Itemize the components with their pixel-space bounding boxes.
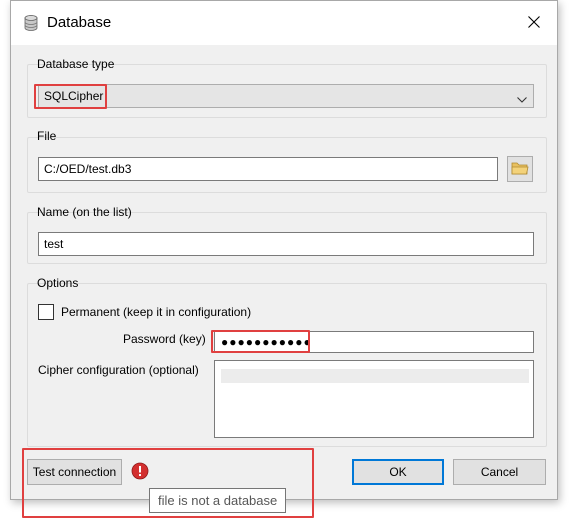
options-label: Options	[37, 276, 79, 290]
browse-file-button[interactable]	[507, 156, 533, 182]
cipher-config-line	[221, 369, 529, 383]
database-type-value: SQLCipher	[44, 89, 104, 103]
chevron-down-icon	[517, 92, 527, 106]
cipher-config-label: Cipher configuration (optional)	[38, 363, 199, 377]
error-tooltip: file is not a database	[149, 488, 287, 513]
database-type-select[interactable]: SQLCipher	[38, 84, 534, 108]
permanent-label: Permanent (keep it in configuration)	[61, 305, 252, 319]
name-label: Name (on the list)	[37, 205, 132, 219]
database-type-label: Database type	[37, 57, 115, 71]
cipher-config-textarea[interactable]	[214, 360, 534, 438]
password-input[interactable]: ●●●●●●●●●●●	[214, 331, 534, 353]
title-bar: Database	[11, 1, 557, 45]
permanent-checkbox[interactable]	[38, 304, 54, 320]
password-label: Password (key)	[123, 332, 206, 346]
file-path-input[interactable]: C:/OED/test.db3	[38, 157, 498, 181]
database-dialog: Database Database type SQLCipher File C:…	[10, 0, 558, 500]
name-input[interactable]: test	[38, 232, 534, 256]
ok-button[interactable]: OK	[352, 459, 444, 485]
error-icon	[131, 462, 149, 480]
test-connection-button[interactable]: Test connection	[27, 459, 122, 485]
cancel-button[interactable]: Cancel	[453, 459, 546, 485]
folder-icon	[511, 161, 529, 178]
database-icon	[23, 14, 39, 32]
close-button[interactable]	[511, 1, 557, 45]
file-label: File	[37, 129, 57, 143]
close-icon	[528, 15, 540, 31]
window-title: Database	[47, 14, 112, 31]
